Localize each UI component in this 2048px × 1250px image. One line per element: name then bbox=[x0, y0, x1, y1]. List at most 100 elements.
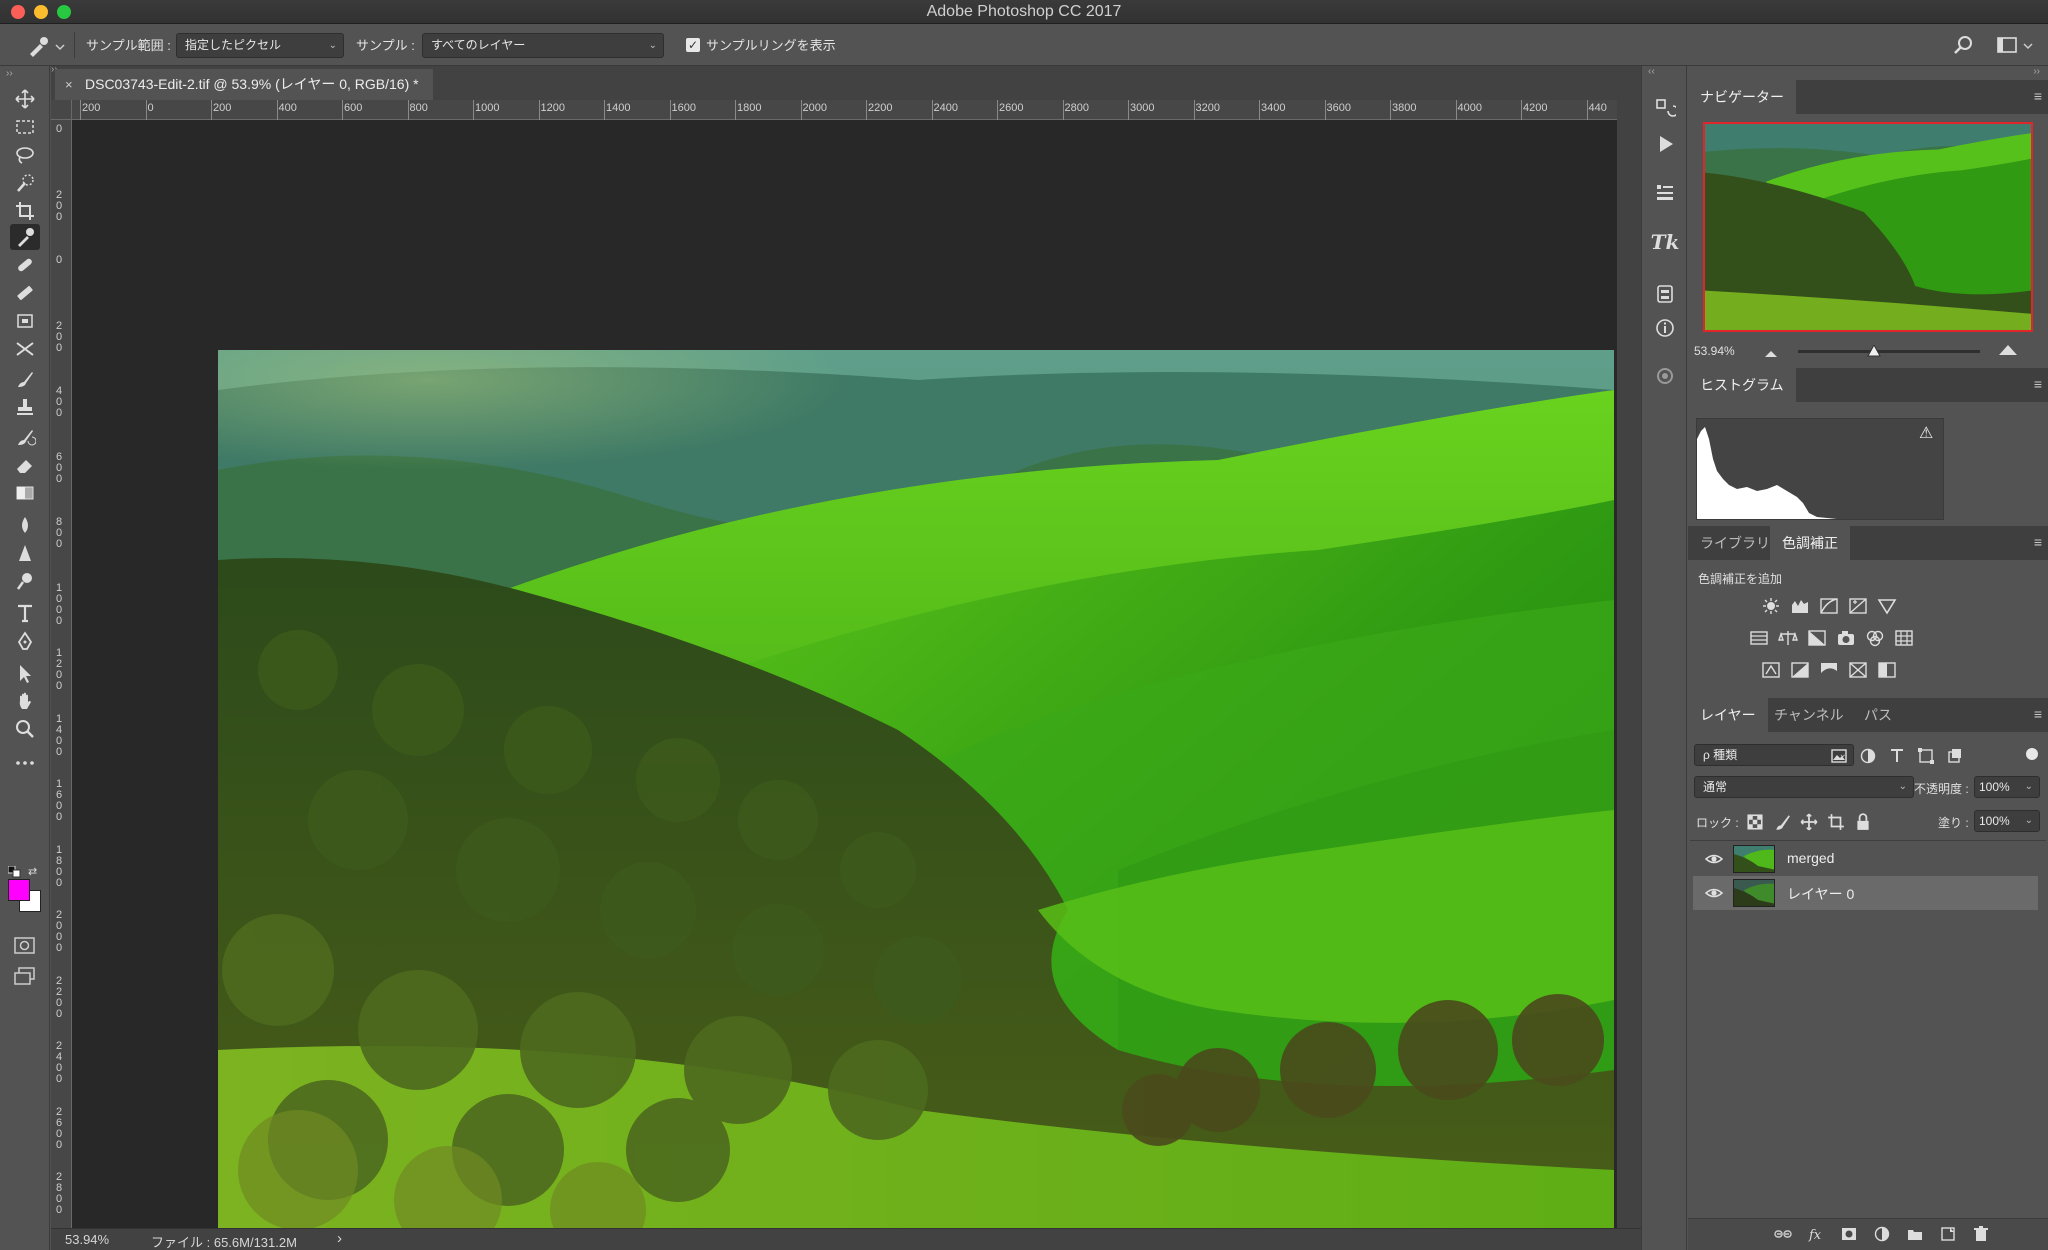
navigator-thumbnail[interactable] bbox=[1703, 122, 2033, 332]
brush-tool[interactable] bbox=[10, 366, 40, 392]
new-layer-icon[interactable] bbox=[1937, 1224, 1959, 1244]
tool-presets-icon[interactable] bbox=[1649, 176, 1681, 208]
navigator-zoom-slider[interactable] bbox=[1798, 350, 1980, 353]
lock-all-icon[interactable] bbox=[1852, 812, 1874, 832]
dodge-tool[interactable] bbox=[10, 568, 40, 594]
eye-icon[interactable] bbox=[1705, 885, 1723, 901]
navigator-zoom-slider-thumb[interactable] bbox=[1867, 343, 1882, 357]
hand-tool[interactable] bbox=[10, 688, 40, 714]
healing-brush-tool[interactable] bbox=[10, 252, 40, 278]
layer-row-merged[interactable]: merged bbox=[1693, 842, 2038, 876]
tab-libraries[interactable]: ライブラリ bbox=[1688, 526, 1782, 560]
lock-transparent-icon[interactable] bbox=[1744, 812, 1766, 832]
filter-pixel-icon[interactable] bbox=[1828, 746, 1850, 766]
patch-tool[interactable] bbox=[10, 280, 40, 306]
tool-preset-picker[interactable] bbox=[26, 34, 66, 58]
crop-tool[interactable] bbox=[10, 198, 40, 224]
eraser-tool[interactable] bbox=[10, 452, 40, 478]
tab-layers[interactable]: レイヤー bbox=[1688, 698, 1768, 732]
vibrance-icon[interactable] bbox=[1876, 596, 1898, 616]
lock-position-icon[interactable] bbox=[1798, 812, 1820, 832]
tk-panel-icon[interactable]: Tk bbox=[1649, 226, 1681, 258]
color-balance-icon[interactable] bbox=[1777, 628, 1799, 648]
tab-channels[interactable]: チャンネル bbox=[1762, 698, 1856, 732]
fx-icon[interactable]: fx bbox=[1805, 1224, 1827, 1244]
ruler-origin[interactable] bbox=[51, 100, 72, 120]
more-tools[interactable] bbox=[10, 750, 40, 776]
zoom-in-icon[interactable] bbox=[1998, 344, 2018, 356]
collapse-toolbar-icon[interactable]: ›› bbox=[6, 68, 13, 79]
navigator-zoom-value[interactable]: 53.94% bbox=[1694, 344, 1735, 358]
selective-color-icon[interactable] bbox=[1847, 660, 1869, 680]
gradient-tool[interactable] bbox=[10, 480, 40, 506]
zoom-tool[interactable] bbox=[10, 716, 40, 742]
opacity-field[interactable]: 100% ⌄ bbox=[1974, 776, 2040, 798]
trash-icon[interactable] bbox=[1970, 1224, 1992, 1244]
threshold-icon[interactable] bbox=[1818, 660, 1840, 680]
zoom-out-icon[interactable] bbox=[1764, 346, 1778, 357]
marquee-tool[interactable] bbox=[10, 114, 40, 140]
type-tool[interactable] bbox=[10, 600, 40, 626]
canvas-area[interactable] bbox=[72, 120, 1617, 1240]
actions-play-icon[interactable] bbox=[1649, 128, 1681, 160]
eye-icon[interactable] bbox=[1705, 851, 1723, 867]
levels-icon[interactable] bbox=[1789, 596, 1811, 616]
properties-icon[interactable] bbox=[1649, 278, 1681, 310]
invert-icon[interactable] bbox=[1760, 660, 1782, 680]
curves-icon[interactable] bbox=[1818, 596, 1840, 616]
panel-menu-icon[interactable]: ≡ bbox=[2034, 534, 2042, 550]
close-tab-icon[interactable]: × bbox=[65, 69, 73, 100]
swap-colors-icon[interactable]: ⇄ bbox=[28, 865, 37, 878]
black-white-icon[interactable] bbox=[1806, 628, 1828, 648]
sample-size-dropdown[interactable]: 指定したピクセル ⌄ bbox=[176, 33, 344, 58]
lock-artboard-icon[interactable] bbox=[1825, 812, 1847, 832]
horizontal-ruler[interactable]: 200 0 200 400 600 800 1000 1200 1400 1600 1800 2000… bbox=[72, 100, 1617, 120]
sharpen-tool[interactable] bbox=[10, 540, 40, 566]
clone-stamp-tool[interactable] bbox=[10, 394, 40, 420]
mask-icon[interactable] bbox=[1838, 1224, 1860, 1244]
quick-mask-icon[interactable] bbox=[13, 936, 37, 956]
layer-thumbnail[interactable] bbox=[1733, 879, 1775, 907]
document-tab[interactable]: × DSC03743-Edit-2.tif @ 53.9% (レイヤー 0, R… bbox=[55, 69, 433, 100]
zoom-level[interactable]: 53.94% bbox=[65, 1232, 109, 1247]
panel-menu-icon[interactable]: ≡ bbox=[2034, 88, 2042, 104]
tab-paths[interactable]: パス bbox=[1852, 698, 1904, 732]
eyedropper-tool[interactable] bbox=[10, 224, 40, 250]
document-image[interactable] bbox=[218, 350, 1614, 1240]
info-icon[interactable] bbox=[1649, 312, 1681, 344]
layer-name[interactable]: レイヤー 0 bbox=[1787, 884, 1854, 904]
foreground-color-swatch[interactable] bbox=[8, 879, 30, 901]
search-icon[interactable] bbox=[1952, 33, 1976, 57]
lock-image-icon[interactable] bbox=[1771, 812, 1793, 832]
lasso-tool[interactable] bbox=[10, 142, 40, 168]
hue-saturation-icon[interactable] bbox=[1748, 628, 1770, 648]
puppet-warp-tool[interactable] bbox=[10, 336, 40, 362]
photo-filter-icon[interactable] bbox=[1835, 628, 1857, 648]
collapse-dock-icon[interactable]: ‹‹ bbox=[1648, 66, 1655, 77]
layer-row-layer-0[interactable]: レイヤー 0 bbox=[1693, 876, 2038, 910]
adjustment-icon[interactable] bbox=[1871, 1224, 1893, 1244]
filter-type-icon[interactable] bbox=[1886, 746, 1908, 766]
tab-navigator[interactable]: ナビゲーター bbox=[1688, 80, 1796, 114]
panel-menu-icon[interactable]: ≡ bbox=[2034, 706, 2042, 722]
panel-menu-icon[interactable]: ≡ bbox=[2034, 376, 2042, 392]
filter-toggle-switch[interactable] bbox=[2026, 748, 2038, 760]
posterize-icon[interactable] bbox=[1789, 660, 1811, 680]
status-more-button[interactable]: › bbox=[337, 1230, 342, 1247]
filter-smart-object-icon[interactable] bbox=[1944, 746, 1966, 766]
filter-shape-icon[interactable] bbox=[1915, 746, 1937, 766]
sample-dropdown[interactable]: すべてのレイヤー ⌄ bbox=[422, 33, 664, 58]
link-icon[interactable] bbox=[1772, 1224, 1794, 1244]
blend-mode-dropdown[interactable]: 通常 ⌄ bbox=[1694, 776, 1914, 798]
fill-field[interactable]: 100% ⌄ bbox=[1974, 810, 2040, 832]
collapse-panels-icon[interactable]: ›› bbox=[2033, 66, 2040, 77]
layer-name[interactable]: merged bbox=[1787, 850, 1834, 866]
vertical-scrollbar[interactable] bbox=[1617, 100, 1641, 1228]
brightness-contrast-icon[interactable] bbox=[1760, 596, 1782, 616]
path-select-tool[interactable] bbox=[10, 660, 40, 686]
filter-adjustment-icon[interactable] bbox=[1857, 746, 1879, 766]
histogram-warning-icon[interactable]: ⚠ bbox=[1919, 423, 1933, 443]
group-icon[interactable] bbox=[1904, 1224, 1926, 1244]
content-aware-move-tool[interactable] bbox=[10, 308, 40, 334]
history-brush-tool[interactable] bbox=[10, 424, 40, 450]
